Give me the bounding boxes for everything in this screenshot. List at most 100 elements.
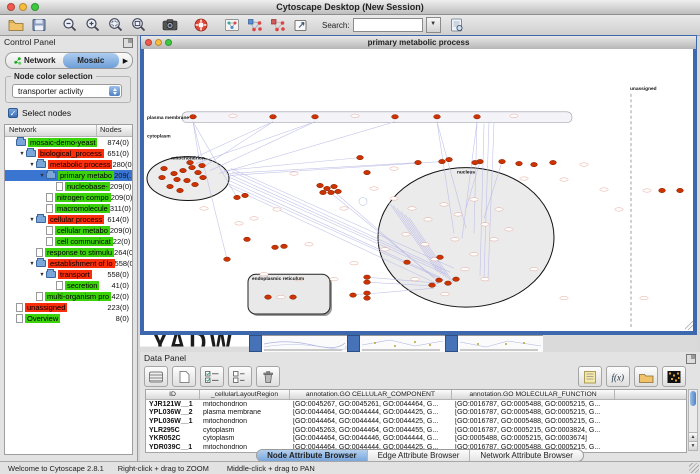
network-node[interactable]	[364, 280, 371, 284]
dp-unselect-attrs-button[interactable]	[228, 366, 252, 387]
background-window-thumbnail[interactable]	[262, 335, 347, 352]
tab-network[interactable]: Network	[6, 53, 63, 68]
network-node[interactable]	[171, 171, 178, 175]
network-node[interactable]	[199, 163, 206, 167]
network-edge[interactable]	[224, 158, 360, 171]
tree-row[interactable]: ▼metabolic process280(0)	[5, 159, 132, 170]
background-window-edge[interactable]	[249, 335, 262, 352]
tree-row[interactable]: ▼primary metabo209(...	[5, 170, 132, 181]
network-node[interactable]	[392, 115, 399, 119]
network-edge[interactable]	[219, 122, 395, 174]
column-header[interactable]: annotation.GO MOLECULAR_FUNCTION	[452, 390, 615, 400]
canvas-resize-grip-icon[interactable]	[685, 321, 693, 330]
network-node[interactable]	[404, 260, 411, 264]
dp-table-button[interactable]	[144, 366, 168, 387]
network-node[interactable]	[328, 190, 335, 194]
network-node[interactable]	[429, 283, 436, 287]
network-node[interactable]	[281, 244, 288, 248]
dp-notes-button[interactable]	[578, 366, 602, 387]
close-button[interactable]	[145, 39, 152, 46]
table-scrollbar[interactable]: ▲ ▼	[688, 389, 698, 451]
network-node[interactable]	[415, 160, 422, 164]
tree-row[interactable]: cellular metabo209(0)	[5, 225, 132, 236]
expand-arrow-icon[interactable]: ▼	[38, 272, 46, 278]
network-node[interactable]	[224, 257, 231, 261]
network-node[interactable]	[312, 115, 319, 119]
network-node[interactable]	[317, 183, 324, 187]
network-edge[interactable]	[226, 163, 418, 174]
network-node[interactable]	[244, 237, 251, 241]
dp-trash-button[interactable]	[256, 366, 280, 387]
dp-select-attrs-button[interactable]	[200, 366, 224, 387]
tree-row[interactable]: secretion41(0)	[5, 280, 132, 291]
network-node[interactable]	[436, 278, 443, 282]
network-window-titlebar[interactable]: primary metabolic process	[141, 36, 696, 49]
node-color-dropdown[interactable]: transporter activity	[12, 84, 122, 98]
maximize-button[interactable]	[165, 39, 172, 46]
network-edge[interactable]	[204, 122, 273, 167]
vizmapper-a-button[interactable]	[245, 16, 265, 34]
tree-row[interactable]: multi-organism pro42(0)	[5, 291, 132, 302]
network-node[interactable]	[446, 157, 453, 161]
zoom-selected-button[interactable]	[106, 16, 126, 34]
tree-col-network[interactable]: Network	[5, 125, 97, 136]
network-node[interactable]	[550, 160, 557, 164]
resize-grip[interactable]	[689, 463, 699, 473]
table-row[interactable]: YLR295Ccytoplasm[GO:0045263, GO:0044464,…	[146, 426, 686, 435]
background-window-edge[interactable]	[347, 335, 360, 352]
annotation-button[interactable]	[291, 16, 311, 34]
table-row[interactable]: YKR052Ccytoplasm[GO:0044464, GO:0044446,…	[146, 434, 686, 443]
tree-row[interactable]: nitrogen compo209(0)	[5, 192, 132, 203]
vizmapper-b-button[interactable]	[268, 16, 288, 34]
network-node[interactable]	[335, 189, 342, 193]
network-node[interactable]	[320, 190, 327, 194]
network-node[interactable]	[200, 175, 207, 179]
minimize-button[interactable]	[155, 39, 162, 46]
dp-matrix-button[interactable]	[662, 366, 686, 387]
tab-mosaic[interactable]: Mosaic	[63, 53, 120, 68]
network-node[interactable]	[324, 186, 331, 190]
scroll-up-icon[interactable]: ▲	[689, 432, 697, 441]
network-node[interactable]	[192, 182, 199, 186]
minimize-button[interactable]	[19, 3, 27, 11]
scrollbar-thumb[interactable]	[690, 391, 696, 406]
table-row[interactable]: YJR121W__1mitochondrion[GO:0045267, GO:0…	[146, 400, 686, 409]
network-node[interactable]	[189, 165, 196, 169]
expand-arrow-icon[interactable]: ▼	[28, 217, 36, 223]
network-node[interactable]	[159, 175, 166, 179]
network-node[interactable]	[177, 188, 184, 192]
compartment-nucleus[interactable]	[378, 168, 554, 308]
tree-row[interactable]: response to stimulu264(0)	[5, 247, 132, 258]
network-node[interactable]	[184, 178, 191, 182]
save-session-button[interactable]	[29, 16, 49, 34]
tree-row[interactable]: ▼cellular process614(0)	[5, 214, 132, 225]
network-node[interactable]	[472, 160, 479, 164]
network-node[interactable]	[242, 193, 249, 197]
tree-row[interactable]: ▼transport558(0)	[5, 269, 132, 280]
tree-row[interactable]: mosaic-demo-yeast874(0)	[5, 137, 132, 148]
background-window-edge[interactable]	[445, 335, 458, 352]
tab-node-attribute-browser[interactable]: Node Attribute Browser	[257, 450, 367, 461]
table-row[interactable]: YPL036W__2plasma membrane[GO:0044464, GO…	[146, 409, 686, 418]
tree-row[interactable]: unassigned223(0)	[5, 302, 132, 313]
table-row[interactable]: YPL036W__1mitochondrion[GO:0044464, GO:0…	[146, 417, 686, 426]
network-node[interactable]	[445, 281, 452, 285]
network-node[interactable]	[290, 295, 297, 299]
dp-new-button[interactable]	[172, 366, 196, 387]
tab-edge-attribute-browser[interactable]: Edge Attribute Browser	[367, 450, 470, 461]
network-edge[interactable]	[228, 162, 442, 176]
expand-arrow-icon[interactable]: ▼	[28, 261, 36, 267]
background-window-glyphs[interactable]: YADW	[140, 335, 249, 347]
network-node[interactable]	[677, 188, 684, 192]
network-graph[interactable]: plasma membranemitochondrionnucleusendop…	[144, 49, 693, 331]
zoom-fit-button[interactable]	[129, 16, 149, 34]
tree-row[interactable]: ▼establishment of lo558(0)	[5, 258, 132, 269]
maximize-button[interactable]	[31, 3, 39, 11]
network-node[interactable]	[272, 245, 279, 249]
network-node[interactable]	[234, 195, 241, 199]
float-panel-icon[interactable]	[123, 38, 133, 48]
background-window-thumbnail[interactable]	[458, 335, 543, 352]
expand-arrow-icon[interactable]: ▼	[28, 162, 36, 168]
zoom-in-button[interactable]	[83, 16, 103, 34]
background-window-thumbnail[interactable]	[360, 335, 445, 352]
